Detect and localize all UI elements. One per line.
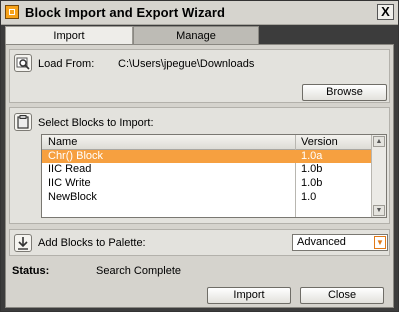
list-row-iic-write[interactable]: IIC Write 1.0b <box>42 177 372 190</box>
tab-import[interactable]: Import <box>5 26 133 44</box>
load-from-section: Load From: C:\Users\jpegue\Downloads Bro… <box>9 49 390 103</box>
list-row-chr-block[interactable]: Chr() Block 1.0a <box>42 150 372 163</box>
clipboard-icon <box>14 113 32 131</box>
list-scrollbar[interactable]: ▲ ▼ <box>371 135 386 217</box>
status-value: Search Complete <box>96 265 181 277</box>
palette-selected-option: Advanced <box>297 236 346 248</box>
row-version: 1.0b <box>301 177 323 189</box>
row-name: NewBlock <box>48 191 97 203</box>
import-panel: Load From: C:\Users\jpegue\Downloads Bro… <box>5 44 394 308</box>
select-blocks-section: Select Blocks to Import: Name Version Ch… <box>9 107 390 224</box>
scroll-up-icon[interactable]: ▲ <box>373 136 385 147</box>
row-version: 1.0a <box>301 150 323 162</box>
column-header-version[interactable]: Version <box>301 136 338 148</box>
row-version: 1.0b <box>301 163 323 175</box>
row-name: IIC Read <box>48 163 92 175</box>
list-header: Name Version <box>42 135 372 150</box>
load-from-path: C:\Users\jpegue\Downloads <box>118 58 255 70</box>
app-icon <box>5 5 19 19</box>
palette-label: Add Blocks to Palette: <box>38 237 146 249</box>
palette-dropdown[interactable]: Advanced ▼ <box>292 234 388 251</box>
download-arrow-icon <box>14 234 32 252</box>
browse-button[interactable]: Browse <box>302 84 387 101</box>
palette-section: Add Blocks to Palette: Advanced ▼ <box>9 229 390 256</box>
close-button[interactable]: Close <box>300 287 384 304</box>
list-row-newblock[interactable]: NewBlock 1.0 <box>42 191 372 204</box>
scroll-down-icon[interactable]: ▼ <box>373 205 385 216</box>
row-name: IIC Write <box>48 177 91 189</box>
status-label: Status: <box>12 265 50 277</box>
search-folder-icon <box>14 54 32 72</box>
row-name: Chr() Block <box>48 150 104 162</box>
blocks-list[interactable]: Name Version Chr() Block 1.0a IIC Read 1… <box>41 134 387 218</box>
close-window-button[interactable]: X <box>377 4 394 20</box>
tab-manage[interactable]: Manage <box>133 26 259 44</box>
wizard-window: Block Import and Export Wizard X Import … <box>0 0 399 312</box>
list-row-iic-read[interactable]: IIC Read 1.0b <box>42 163 372 176</box>
chevron-down-icon[interactable]: ▼ <box>374 236 386 249</box>
import-button[interactable]: Import <box>207 287 291 304</box>
load-from-label: Load From: <box>38 58 95 70</box>
column-header-name[interactable]: Name <box>48 136 77 148</box>
window-title: Block Import and Export Wizard <box>25 5 226 20</box>
select-blocks-label: Select Blocks to Import: <box>38 117 154 129</box>
row-version: 1.0 <box>301 191 317 203</box>
title-bar[interactable]: Block Import and Export Wizard X <box>1 1 398 25</box>
